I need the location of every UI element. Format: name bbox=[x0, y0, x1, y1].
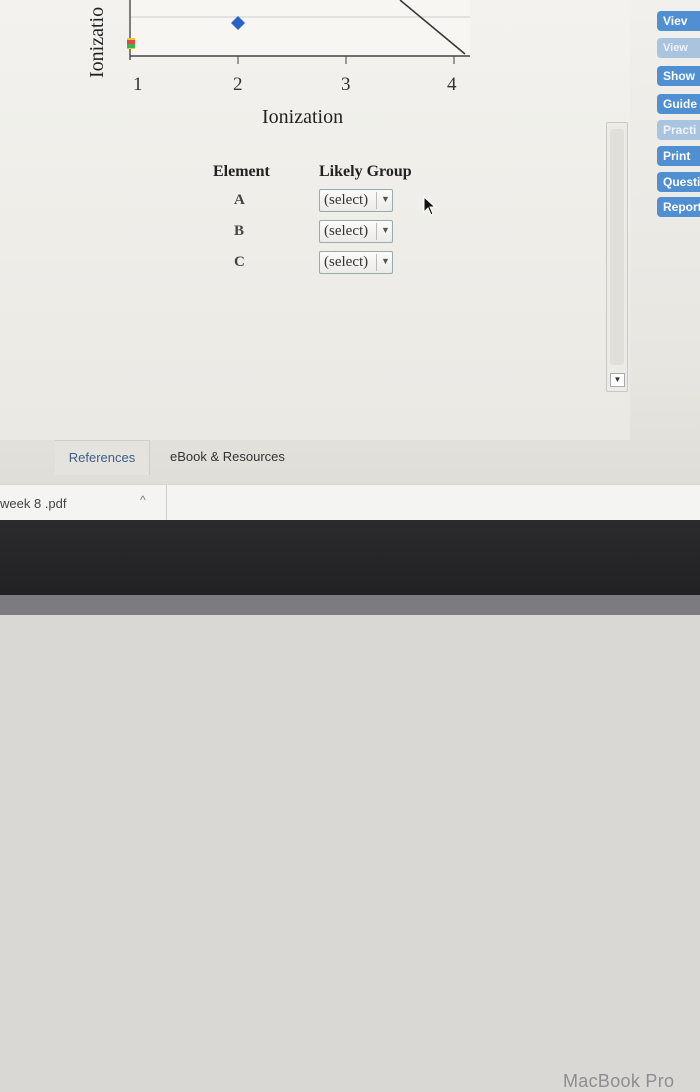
report-button[interactable]: Report bbox=[657, 197, 700, 217]
tab-ebook-resources[interactable]: eBook & Resources bbox=[170, 440, 285, 474]
x-tick-label: 3 bbox=[341, 74, 351, 95]
practice-button[interactable]: Practi bbox=[657, 120, 700, 140]
select-divider bbox=[376, 192, 377, 209]
scrollbar[interactable]: ▼ bbox=[606, 122, 628, 392]
laptop-edge bbox=[0, 595, 700, 615]
graph-plot bbox=[127, 0, 470, 64]
question-pane: Ionizatio 1 2 3 4 Ionization Element Lik… bbox=[0, 0, 630, 440]
dropdown-arrow-icon: ▼ bbox=[381, 256, 390, 266]
print-button[interactable]: Print bbox=[657, 146, 700, 166]
device-label: MacBook Pro bbox=[563, 1071, 675, 1091]
x-tick-label: 2 bbox=[233, 74, 243, 95]
select-value: (select) bbox=[324, 223, 369, 239]
likely-group-column-header: Likely Group bbox=[319, 163, 412, 180]
element-label-c: C bbox=[234, 254, 245, 270]
chevron-up-icon[interactable]: ^ bbox=[140, 493, 146, 507]
likely-group-select-a[interactable]: (select) ▼ bbox=[319, 189, 393, 212]
question-button[interactable]: Questi bbox=[657, 172, 700, 192]
likely-group-select-b[interactable]: (select) ▼ bbox=[319, 220, 393, 243]
element-column-header: Element bbox=[213, 163, 270, 180]
ionization-graph: Ionizatio 1 2 3 4 Ionization bbox=[0, 0, 480, 135]
downloads-bar: week 8 .pdf ^ bbox=[0, 484, 700, 521]
likely-group-select-c[interactable]: (select) ▼ bbox=[319, 251, 393, 274]
scroll-down-icon[interactable]: ▼ bbox=[610, 373, 625, 387]
view-disabled-button[interactable]: View bbox=[657, 38, 700, 58]
screen: Ionizatio 1 2 3 4 Ionization Element Lik… bbox=[0, 0, 700, 521]
select-value: (select) bbox=[324, 192, 369, 208]
dropdown-arrow-icon: ▼ bbox=[381, 194, 390, 204]
divider bbox=[166, 485, 167, 521]
element-label-a: A bbox=[234, 192, 245, 208]
scroll-thumb[interactable] bbox=[610, 129, 624, 365]
select-value: (select) bbox=[324, 254, 369, 270]
x-axis-title: Ionization bbox=[262, 106, 344, 128]
dropdown-arrow-icon: ▼ bbox=[381, 225, 390, 235]
tab-references[interactable]: References bbox=[55, 440, 150, 475]
y-axis-title: Ionizatio bbox=[86, 6, 108, 78]
element-label-b: B bbox=[234, 223, 245, 239]
tool-sidebar: Viev View Show Guide Practi Print Questi… bbox=[657, 0, 700, 230]
show-button[interactable]: Show bbox=[657, 66, 700, 86]
marker-stack-red bbox=[127, 40, 135, 44]
x-tick-label: 1 bbox=[133, 74, 143, 95]
guide-button[interactable]: Guide bbox=[657, 94, 700, 114]
x-tick-label: 4 bbox=[447, 74, 457, 95]
plot-area bbox=[130, 0, 470, 56]
view-button[interactable]: Viev bbox=[657, 11, 700, 31]
select-divider bbox=[376, 254, 377, 271]
download-file-name[interactable]: week 8 .pdf bbox=[0, 496, 67, 511]
marker-stack-green bbox=[127, 44, 135, 48]
select-divider bbox=[376, 223, 377, 240]
